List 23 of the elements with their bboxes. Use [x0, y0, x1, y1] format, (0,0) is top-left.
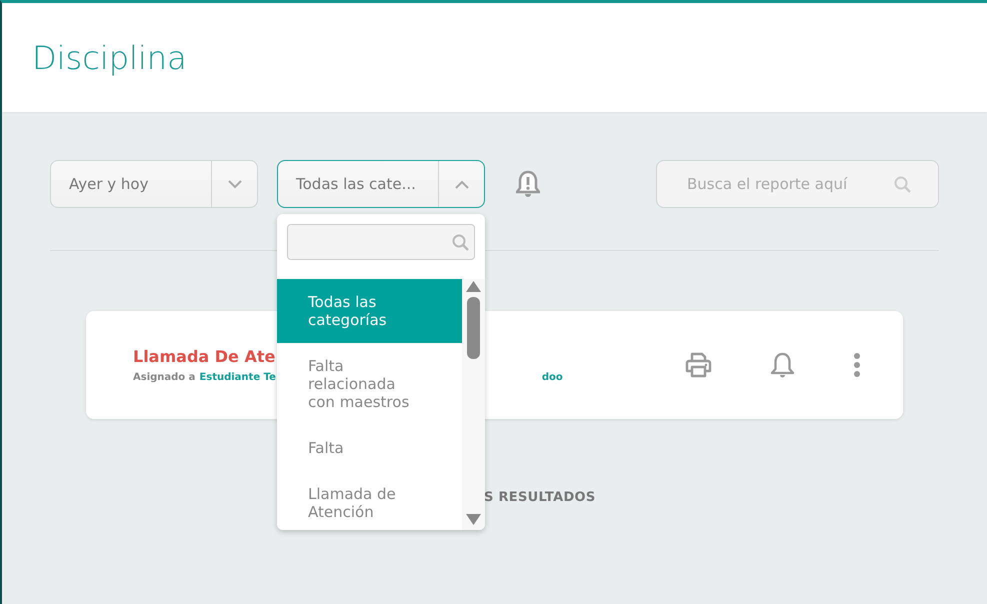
- chevron-down-icon: [228, 180, 242, 188]
- search-icon: [894, 176, 911, 192]
- category-select[interactable]: Todas las cate...: [277, 160, 485, 208]
- scroll-up-icon[interactable]: [466, 281, 481, 292]
- search-icon: [452, 234, 469, 250]
- dropdown-search-field[interactable]: [287, 224, 475, 260]
- assigned-label: Asignado a: [133, 372, 196, 383]
- chevron-up-icon: [454, 180, 468, 188]
- scroll-thumb[interactable]: [467, 297, 480, 359]
- bell-icon[interactable]: [770, 352, 795, 378]
- assignee-text: doo: [542, 372, 563, 383]
- period-select[interactable]: Ayer y hoy: [50, 160, 258, 208]
- bell-alert-icon[interactable]: [516, 170, 540, 198]
- scroll-down-icon[interactable]: [466, 514, 481, 525]
- category-option[interactable]: Todas las categorías: [277, 279, 462, 343]
- scrollbar[interactable]: [462, 279, 485, 530]
- more-options-icon[interactable]: [853, 353, 861, 377]
- printer-icon[interactable]: [685, 352, 712, 378]
- category-option[interactable]: Llamada de Atención: [277, 471, 462, 530]
- assignee-link[interactable]: Estudiante Te: [199, 372, 276, 383]
- page-title: Disciplina: [32, 38, 187, 76]
- results-text: S RESULTADOS: [484, 490, 596, 505]
- report-search-field[interactable]: Busca el reporte aquí: [656, 160, 939, 208]
